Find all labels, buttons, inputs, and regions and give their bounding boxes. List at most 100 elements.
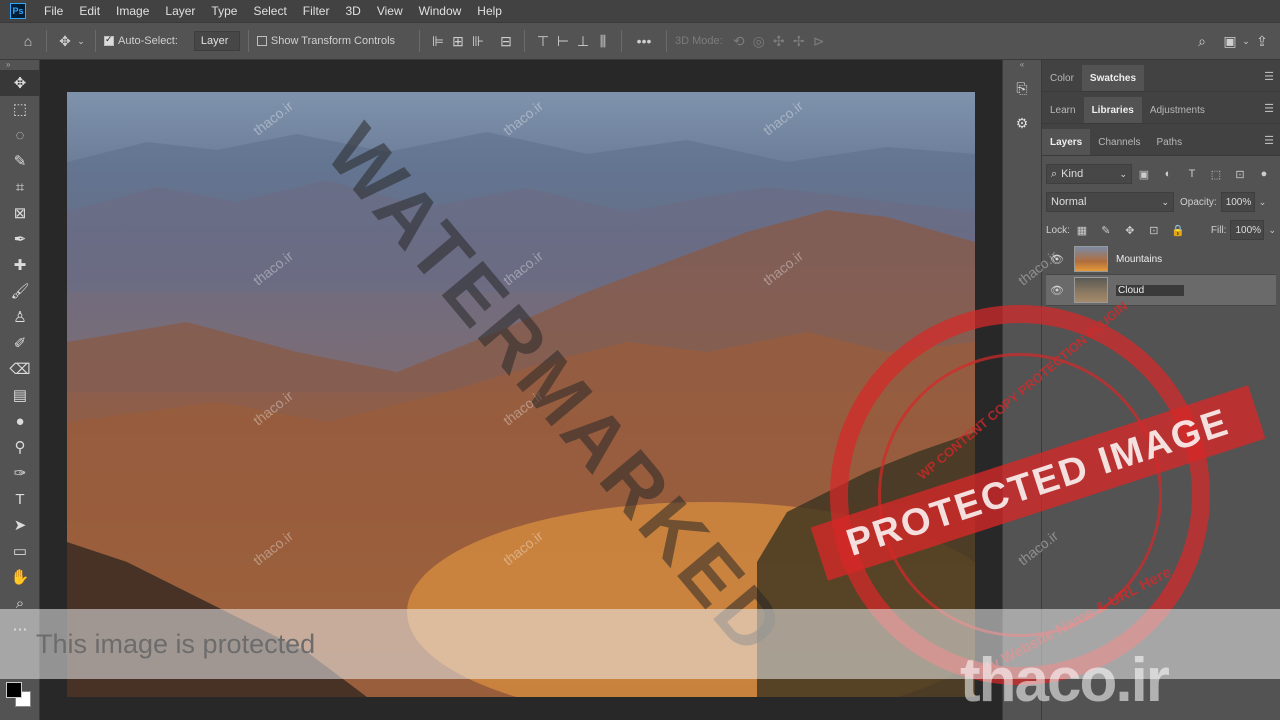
search-icon[interactable]: ⌕ bbox=[1192, 31, 1212, 51]
menu-layer[interactable]: Layer bbox=[157, 0, 203, 22]
3d-slide-icon[interactable]: ✢ bbox=[789, 31, 809, 51]
layer-row-cloud[interactable]: 👁 Cloud bbox=[1046, 275, 1276, 306]
quick-selection-tool[interactable]: ✎ bbox=[0, 148, 40, 174]
chevron-down-icon[interactable]: ⌄ bbox=[1259, 197, 1267, 208]
dodge-tool[interactable]: ⚲ bbox=[0, 434, 40, 460]
lock-pixels-icon[interactable]: ✎ bbox=[1094, 224, 1118, 237]
tab-paths[interactable]: Paths bbox=[1149, 129, 1191, 155]
layer-name[interactable]: Mountains bbox=[1116, 254, 1162, 265]
panel-menu-icon[interactable]: ☰ bbox=[1264, 102, 1274, 115]
tab-layers[interactable]: Layers bbox=[1042, 129, 1091, 155]
marquee-tool[interactable]: ⬚ bbox=[0, 96, 40, 122]
history-panel-icon[interactable]: ⎘ bbox=[1007, 73, 1037, 103]
type-filter-icon[interactable]: T bbox=[1180, 168, 1204, 180]
home-icon[interactable]: ⌂ bbox=[18, 31, 38, 51]
type-tool[interactable]: T bbox=[0, 486, 40, 512]
smart-object-filter-icon[interactable]: ⊡ bbox=[1228, 168, 1252, 181]
opacity-input[interactable]: 100% bbox=[1220, 192, 1255, 212]
3d-pan-icon[interactable]: ✣ bbox=[769, 31, 789, 51]
lock-transparent-icon[interactable]: ▦ bbox=[1070, 224, 1094, 237]
search-icon: ⌕ bbox=[1051, 167, 1058, 180]
panel-collapse-icon[interactable]: » bbox=[0, 60, 39, 70]
tab-libraries[interactable]: Libraries bbox=[1083, 97, 1142, 123]
panel-expand-icon[interactable]: « bbox=[1003, 60, 1041, 69]
layer-filter-dropdown[interactable]: ⌕ Kind ⌄ bbox=[1046, 164, 1132, 184]
opacity-label: Opacity: bbox=[1180, 196, 1217, 208]
auto-select-checkbox[interactable] bbox=[104, 34, 114, 46]
crop-tool[interactable]: ⌗ bbox=[0, 174, 40, 200]
lock-position-icon[interactable]: ✥ bbox=[1118, 224, 1142, 237]
image-filter-icon[interactable]: ▣ bbox=[1132, 168, 1156, 181]
properties-panel-icon[interactable]: ⚙ bbox=[1007, 108, 1037, 138]
pen-tool[interactable]: ✑ bbox=[0, 460, 40, 486]
layer-row-mountains[interactable]: 👁 Mountains bbox=[1046, 244, 1276, 275]
panel-menu-icon[interactable]: ☰ bbox=[1264, 134, 1274, 147]
history-brush-tool[interactable]: ✐ bbox=[0, 330, 40, 356]
lock-artboard-icon[interactable]: ⊡ bbox=[1142, 224, 1166, 237]
shape-filter-icon[interactable]: ⬚ bbox=[1204, 168, 1228, 181]
menu-file[interactable]: File bbox=[36, 0, 71, 22]
menu-edit[interactable]: Edit bbox=[71, 0, 108, 22]
brush-tool[interactable]: 🖌 bbox=[0, 278, 40, 304]
share-icon[interactable]: ⇪ bbox=[1252, 31, 1272, 51]
shape-tool[interactable]: ▭ bbox=[0, 538, 40, 564]
align-middle-icon[interactable]: ⊢ bbox=[553, 31, 573, 51]
healing-tool[interactable]: ✚ bbox=[0, 252, 40, 278]
adjustment-filter-icon[interactable]: ◐ bbox=[1156, 168, 1180, 180]
lock-all-icon[interactable]: 🔒 bbox=[1166, 224, 1190, 237]
eraser-tool[interactable]: ⌫ bbox=[0, 356, 40, 382]
stamp-tool[interactable]: ♙ bbox=[0, 304, 40, 330]
blend-mode-dropdown[interactable]: Normal ⌄ bbox=[1046, 192, 1174, 212]
distribute-icon[interactable]: ⊟ bbox=[496, 31, 516, 51]
auto-select-dropdown[interactable]: Layer bbox=[193, 31, 240, 51]
move-tool-icon[interactable]: ✥ bbox=[55, 31, 75, 51]
menu-help[interactable]: Help bbox=[469, 0, 510, 22]
move-tool[interactable]: ✥ bbox=[0, 70, 40, 96]
align-bottom-icon[interactable]: ⊥ bbox=[573, 31, 593, 51]
menu-filter[interactable]: Filter bbox=[295, 0, 338, 22]
3d-scale-icon[interactable]: ⊳ bbox=[809, 31, 829, 51]
align-top-icon[interactable]: ⊤ bbox=[533, 31, 553, 51]
frame-tool[interactable]: ⊠ bbox=[0, 200, 40, 226]
distribute-vertical-icon[interactable]: ⫼ bbox=[593, 31, 613, 51]
menu-type[interactable]: Type bbox=[203, 0, 245, 22]
3d-orbit-icon[interactable]: ⟲ bbox=[729, 31, 749, 51]
align-right-icon[interactable]: ⊪ bbox=[468, 31, 488, 51]
tab-adjustments[interactable]: Adjustments bbox=[1142, 97, 1213, 123]
photoshop-logo-icon[interactable]: Ps bbox=[10, 3, 26, 19]
menu-window[interactable]: Window bbox=[411, 0, 470, 22]
chevron-down-icon[interactable]: ⌄ bbox=[75, 31, 87, 51]
tab-learn[interactable]: Learn bbox=[1042, 97, 1084, 123]
workspace-icon[interactable]: ▣ bbox=[1220, 31, 1240, 51]
site-logo-watermark: thaco.ir bbox=[960, 646, 1170, 715]
chevron-down-icon[interactable]: ⌄ bbox=[1240, 31, 1252, 51]
chevron-down-icon[interactable]: ⌄ bbox=[1268, 225, 1276, 236]
align-left-icon[interactable]: ⊫ bbox=[428, 31, 448, 51]
tab-swatches[interactable]: Swatches bbox=[1081, 65, 1145, 91]
tab-color[interactable]: Color bbox=[1042, 65, 1082, 91]
foreground-color-swatch[interactable] bbox=[6, 682, 22, 698]
align-center-icon[interactable]: ⊞ bbox=[448, 31, 468, 51]
show-transform-checkbox[interactable] bbox=[256, 36, 267, 46]
blur-tool[interactable]: ● bbox=[0, 408, 40, 434]
eyedropper-tool[interactable]: ✒ bbox=[0, 226, 40, 252]
gradient-tool[interactable]: ▤ bbox=[0, 382, 40, 408]
layer-name-rename-field[interactable]: Cloud bbox=[1116, 284, 1184, 296]
menu-image[interactable]: Image bbox=[108, 0, 157, 22]
filter-toggle-icon[interactable]: ● bbox=[1252, 168, 1276, 180]
3d-roll-icon[interactable]: ◎ bbox=[749, 31, 769, 51]
document-canvas[interactable] bbox=[67, 92, 975, 697]
visibility-eye-icon[interactable]: 👁 bbox=[1046, 253, 1068, 266]
path-selection-tool[interactable]: ➤ bbox=[0, 512, 40, 538]
panel-menu-icon[interactable]: ☰ bbox=[1264, 70, 1274, 83]
visibility-eye-icon[interactable]: 👁 bbox=[1046, 284, 1068, 297]
menu-view[interactable]: View bbox=[369, 0, 411, 22]
fill-input[interactable]: 100% bbox=[1230, 220, 1265, 240]
menu-3d[interactable]: 3D bbox=[337, 0, 368, 22]
lasso-tool[interactable]: ◌ bbox=[0, 122, 40, 148]
menu-select[interactable]: Select bbox=[245, 0, 294, 22]
tab-channels[interactable]: Channels bbox=[1090, 129, 1148, 155]
hand-tool[interactable]: ✋ bbox=[0, 564, 40, 590]
move-icon: ✥ bbox=[13, 75, 27, 92]
more-options-icon[interactable]: ••• bbox=[630, 31, 658, 51]
